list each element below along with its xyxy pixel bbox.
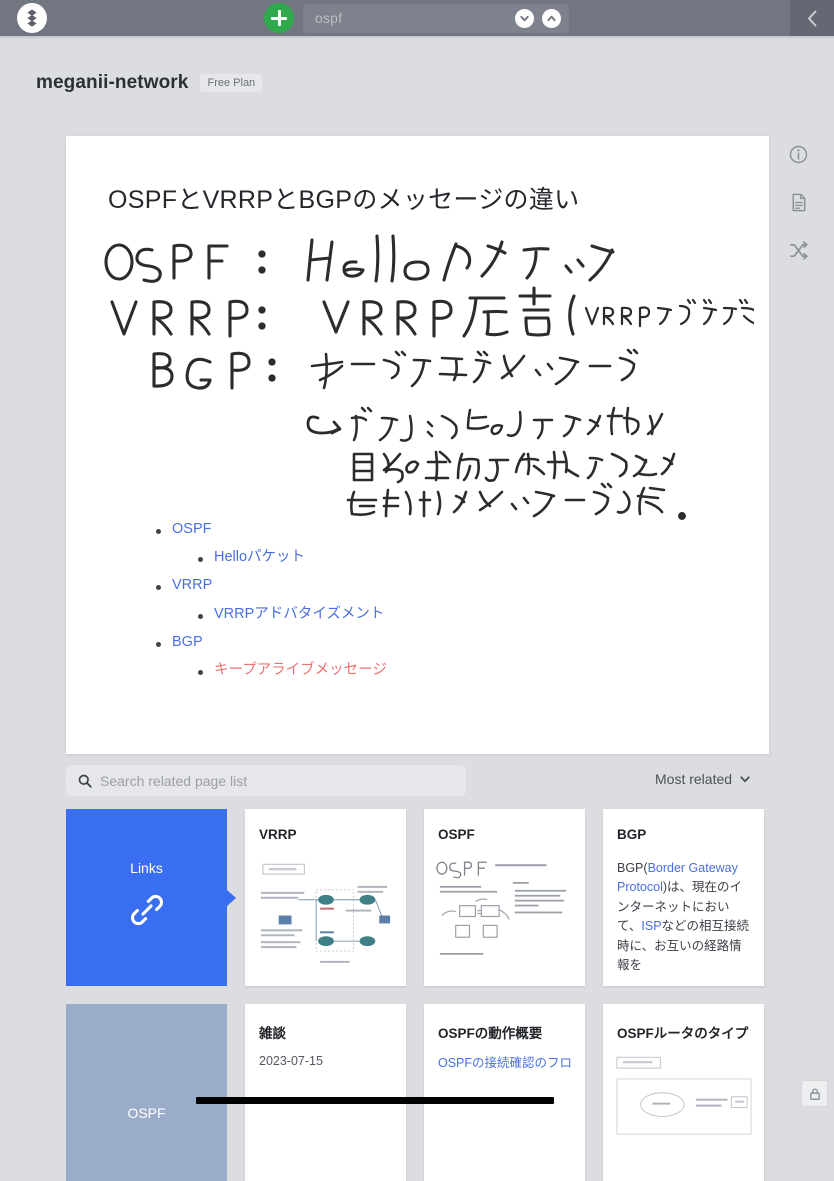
related-search-input[interactable]: Search related page list [66,765,466,796]
handwritten-note-image [84,230,758,520]
plan-badge: Free Plan [200,74,263,92]
bullet-level-2: Helloパケット [194,550,387,565]
search-controls [515,8,561,28]
page-card-title: BGP [617,827,647,842]
page-card-zatsudan[interactable]: 雑談 2023-07-15 [245,1004,406,1181]
page-card-ospf-router-types[interactable]: OSPFルータのタイプ [603,1004,764,1181]
growi-logo [17,3,47,33]
bgp-link-2[interactable]: ISP [641,919,661,933]
top-navbar: ospf [0,0,834,36]
link-chain-icon [127,890,167,935]
page-card-vrrp[interactable]: VRRP [245,809,406,986]
lock-icon [809,1088,820,1100]
page-card-ospf-operation[interactable]: OSPFの動作概要 OSPFの接続確認のフロ [424,1004,585,1181]
create-page-button[interactable] [264,3,294,33]
shuffle-icon[interactable] [788,240,809,266]
link-ospf[interactable]: OSPF [172,521,211,537]
links-card-label: Links [130,860,163,876]
page-title: meganii-network [36,72,189,93]
page-card-title: OSPFの動作概要 [438,1026,543,1041]
info-icon[interactable] [788,144,809,170]
navbar-shadow [0,36,834,39]
list-item: キープアライブメッセージ [194,662,387,678]
chevron-down-icon [739,773,751,785]
page-card-title: OSPF [438,827,475,842]
page-card-body: OSPFの接続確認のフロ [438,1054,573,1073]
list-item: BGP キープアライブメッセージ [152,634,387,678]
chevron-left-icon [807,10,816,26]
list-item: OSPF Helloパケット [152,521,387,565]
bullet-level-1: OSPF Helloパケット VRRP VRRPアドバタイズメント BGP キー… [152,521,387,678]
page-card-bgp[interactable]: BGP BGP(Border Gateway Protocol)は、現在のインタ… [603,809,764,986]
page-card-ospf[interactable]: OSPF [424,809,585,986]
page-card-title: 雑談 [259,1026,286,1041]
links-card[interactable]: Links [66,809,236,986]
ospf-operation-link[interactable]: OSPFの接続確認のフロ [438,1056,572,1070]
app-logo-button[interactable] [0,0,64,36]
search-icon [78,774,92,788]
chevron-down-icon[interactable] [515,8,534,28]
link-bullet-list: OSPF Helloパケット VRRP VRRPアドバタイズメント BGP キー… [152,521,387,691]
page-card-title: VRRP [259,827,297,842]
page-content-card: OSPFとVRRPとBGPのメッセージの違い OSPF Helloパケット VR… [66,136,769,754]
page-card-preview-handwriting [434,855,577,980]
bullet-level-2: VRRPアドバタイズメント [194,606,387,622]
page-card-title: OSPFルータのタイプ [617,1026,749,1041]
bullet-level-2: キープアライブメッセージ [194,662,387,678]
page-side-rail [788,144,809,266]
global-search-box[interactable]: ospf [303,3,569,33]
horizontal-black-bar [196,1097,554,1104]
page-header: meganii-network Free Plan [36,72,263,94]
link-bgp[interactable]: BGP [172,634,203,650]
related-sort-dropdown[interactable]: Most related [655,771,751,787]
related-sort-label: Most related [655,771,733,787]
cover-card-ospf[interactable]: OSPF [66,1004,227,1181]
content-heading: OSPFとVRRPとBGPのメッセージの違い [108,186,580,214]
link-keepalive-message[interactable]: キープアライブメッセージ [214,662,387,678]
list-item: VRRPアドバタイズメント [194,606,387,622]
lock-button[interactable] [801,1080,828,1107]
link-hello-packet[interactable]: Helloパケット [214,549,305,565]
global-search-input[interactable]: ospf [315,10,342,26]
page-card-preview-diagram [255,855,398,980]
related-search-placeholder: Search related page list [100,772,248,789]
link-vrrp-advertisement[interactable]: VRRPアドバタイズメント [214,606,384,622]
chevron-up-icon[interactable] [542,8,561,28]
list-item: Helloパケット [194,550,387,565]
link-vrrp[interactable]: VRRP [172,577,212,593]
related-pages-grid: Links VRRP OSPF BGP BGP(Border Gateway P… [66,809,769,1181]
links-card-arrow [226,888,236,907]
collapse-sidebar-button[interactable] [790,0,834,36]
page-card-date: 2023-07-15 [259,1054,323,1068]
file-icon[interactable] [788,192,809,218]
list-item: VRRP VRRPアドバタイズメント [152,578,387,621]
page-card-body: BGP(Border Gateway Protocol)は、現在のインターネット… [617,861,750,972]
